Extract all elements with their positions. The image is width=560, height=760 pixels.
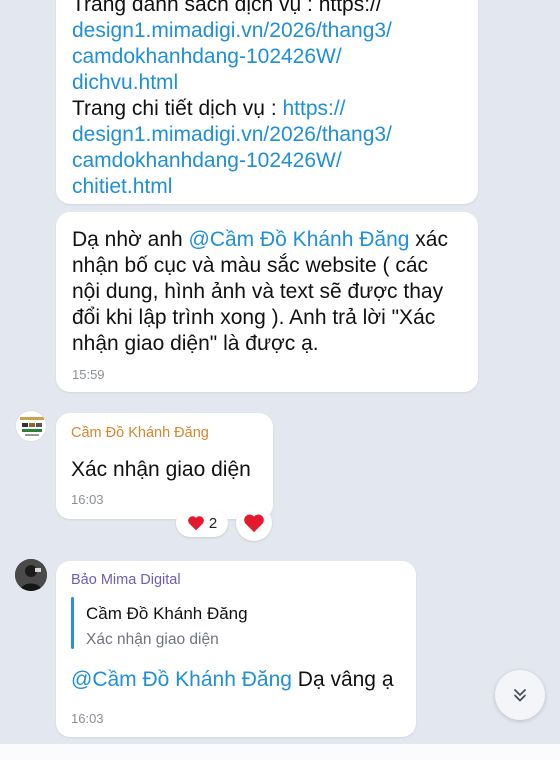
message-line: đổi khi lập trình xong ). Anh trả lời "X… bbox=[72, 306, 436, 329]
store-logo-icon bbox=[20, 417, 44, 436]
service-list-link[interactable]: dichvu.html bbox=[72, 70, 178, 96]
reaction-summary[interactable]: 2 bbox=[176, 509, 228, 537]
quoted-sender[interactable]: Cầm Đồ Khánh Đăng bbox=[86, 604, 248, 624]
double-chevron-down-icon bbox=[510, 685, 530, 705]
composer-bar bbox=[0, 744, 560, 760]
service-list-link[interactable]: design1.mimadigi.vn/2026/thang3/ bbox=[72, 18, 392, 44]
mention-link[interactable]: @Cầm Đồ Khánh Đăng bbox=[189, 228, 410, 251]
sender-name[interactable]: Cầm Đồ Khánh Đăng bbox=[71, 425, 209, 441]
message-line: Dạ nhờ anh @Cầm Đồ Khánh Đăng xác bbox=[72, 228, 448, 251]
message-line: nhận bố cục và màu sắc website ( các bbox=[72, 254, 429, 277]
sender-name[interactable]: Bảo Mima Digital bbox=[71, 572, 181, 588]
quoted-text[interactable]: Xác nhận giao diện bbox=[86, 631, 219, 649]
message-text: Xác nhận giao diện bbox=[71, 458, 251, 481]
message-partial-line: Trang danh sách dịch vụ : https:// bbox=[72, 0, 382, 16]
person-photo-icon bbox=[15, 559, 47, 591]
avatar-cam-do-khanh-dang[interactable] bbox=[15, 410, 47, 442]
detail-page-link[interactable]: chitiet.html bbox=[72, 174, 172, 200]
message-bubble-links[interactable]: Trang danh sách dịch vụ : https:// desig… bbox=[56, 0, 478, 204]
heart-icon bbox=[187, 515, 205, 531]
message-bubble-request[interactable]: Dạ nhờ anh @Cầm Đồ Khánh Đăng xác nhận b… bbox=[56, 212, 478, 392]
message-text: @Cầm Đồ Khánh Đăng Dạ vâng ạ bbox=[71, 668, 394, 691]
detail-page-link[interactable]: camdokhanhdang-102426W/ bbox=[72, 148, 342, 174]
my-reaction-button[interactable] bbox=[236, 505, 272, 541]
detail-page-link[interactable]: https:// bbox=[282, 97, 345, 120]
scroll-to-bottom-button[interactable] bbox=[495, 670, 545, 720]
reaction-count: 2 bbox=[208, 514, 218, 532]
detail-page-line: Trang chi tiết dịch vụ : https:// bbox=[72, 96, 346, 122]
message-bubble-reply[interactable]: Bảo Mima Digital Cầm Đồ Khánh Đăng Xác n… bbox=[56, 561, 416, 737]
message-time: 16:03 bbox=[71, 492, 104, 507]
detail-page-link[interactable]: design1.mimadigi.vn/2026/thang3/ bbox=[72, 122, 392, 148]
message-line: nhận giao diện" là được ạ. bbox=[72, 332, 319, 355]
detail-page-label: Trang chi tiết dịch vụ : bbox=[72, 97, 283, 120]
quote-bar bbox=[71, 597, 74, 649]
mention-link[interactable]: @Cầm Đồ Khánh Đăng bbox=[71, 668, 292, 691]
avatar-bao-mima-digital[interactable] bbox=[15, 559, 47, 591]
message-line: nội dung, hình ảnh và text sẽ được thay bbox=[72, 280, 444, 303]
message-time: 16:03 bbox=[71, 711, 104, 726]
message-bubble-confirm[interactable]: Cầm Đồ Khánh Đăng Xác nhận giao diện 16:… bbox=[56, 413, 273, 519]
heart-icon bbox=[243, 513, 265, 533]
service-list-link[interactable]: camdokhanhdang-102426W/ bbox=[72, 44, 342, 70]
message-time: 15:59 bbox=[72, 367, 105, 382]
